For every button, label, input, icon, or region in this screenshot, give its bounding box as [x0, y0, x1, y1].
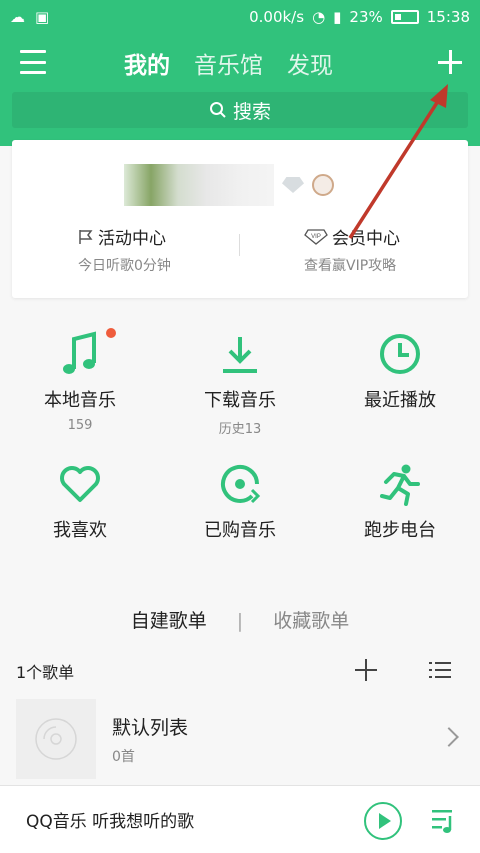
battery-percent: 23%	[349, 8, 383, 26]
recent-play-item[interactable]: 最近播放	[320, 328, 480, 412]
disc-icon	[221, 464, 261, 504]
notification-dot	[106, 328, 116, 338]
grid-count: 历史13	[218, 422, 262, 437]
tab-discover[interactable]: 发现	[287, 46, 333, 80]
grid-label: 已购音乐	[204, 520, 276, 541]
running-icon	[380, 464, 420, 506]
player-slogan: QQ音乐 听我想听的歌	[26, 812, 195, 832]
add-playlist-icon[interactable]	[354, 658, 378, 682]
playlist-queue-icon[interactable]	[430, 804, 460, 836]
mini-player-bar[interactable]: QQ音乐 听我想听的歌	[0, 785, 480, 853]
tab-my[interactable]: 我的	[124, 46, 170, 80]
profile-card: 活动中心 今日听歌0分钟 VIP 会员中心 查看赢VIP攻略	[12, 140, 468, 298]
play-icon[interactable]	[364, 802, 402, 840]
tab-created-playlists[interactable]: 自建歌单	[131, 610, 207, 632]
vip-icon: VIP	[304, 228, 328, 245]
top-bar: 我的 音乐馆 发现	[0, 34, 480, 92]
grid-label: 本地音乐	[44, 390, 116, 411]
grid-label: 我喜欢	[53, 520, 107, 541]
heart-icon	[60, 466, 100, 502]
card-divider	[239, 234, 240, 256]
diamond-icon	[282, 177, 304, 193]
disc-placeholder-icon	[35, 718, 77, 760]
playlist-name: 默认列表	[112, 716, 189, 739]
wifi-icon: ◔	[312, 8, 326, 26]
favorites-item[interactable]: 我喜欢	[0, 458, 160, 542]
tab-separator: |	[236, 610, 244, 632]
activity-subtitle: 今日听歌0分钟	[78, 258, 171, 274]
grid-label: 跑步电台	[364, 520, 436, 541]
playlist-cover	[16, 699, 96, 779]
add-icon[interactable]	[436, 48, 464, 76]
grid-label: 下载音乐	[204, 390, 276, 411]
signal-icon: ▮	[333, 8, 342, 26]
playlist-count: 1个歌单	[16, 663, 75, 682]
image-icon: ▣	[35, 8, 50, 26]
top-tabs: 我的 音乐馆 发现	[124, 46, 333, 80]
clock-icon	[380, 334, 420, 374]
vip-title: 会员中心	[332, 229, 400, 249]
search-icon	[209, 102, 226, 118]
search-label: 搜索	[232, 100, 271, 123]
download-music-item[interactable]: 下载音乐 历史13	[160, 328, 320, 437]
local-music-item[interactable]: 本地音乐 159	[0, 328, 160, 433]
download-icon	[223, 337, 257, 373]
grid-count: 159	[67, 418, 93, 433]
grid-label: 最近播放	[364, 390, 436, 411]
running-radio-item[interactable]: 跑步电台	[320, 458, 480, 542]
tab-favorite-playlists[interactable]: 收藏歌单	[273, 610, 349, 632]
flag-icon	[79, 229, 93, 244]
network-speed: 0.00k/s	[249, 8, 305, 26]
purchased-music-item[interactable]: 已购音乐	[160, 458, 320, 542]
blurred-avatar-name	[124, 164, 274, 206]
clock: 15:38	[426, 8, 470, 26]
playlist-song-count: 0首	[112, 748, 135, 765]
menu-icon[interactable]	[20, 50, 46, 74]
manage-list-icon[interactable]	[428, 658, 452, 682]
activity-center[interactable]: 活动中心 今日听歌0分钟	[78, 224, 171, 275]
activity-title: 活动中心	[98, 229, 166, 249]
battery-icon	[390, 10, 419, 24]
playlist-header: 1个歌单	[16, 656, 464, 686]
svg-text:VIP: VIP	[311, 234, 321, 240]
weather-icon: ☁	[10, 8, 25, 26]
music-note-icon	[63, 331, 96, 374]
status-bar: ☁ ▣ 0.00k/s ◔ ▮ 23% 15:38	[0, 0, 480, 34]
search-area: 搜索	[0, 92, 480, 146]
vip-center[interactable]: VIP 会员中心 查看赢VIP攻略	[304, 224, 400, 275]
list-item[interactable]: 默认列表 0首	[16, 698, 464, 780]
chevron-right-icon	[439, 727, 459, 747]
profile-row[interactable]	[124, 164, 334, 206]
level-badge-icon	[312, 174, 334, 196]
search-bar[interactable]: 搜索	[12, 92, 468, 128]
vip-subtitle: 查看赢VIP攻略	[304, 258, 397, 274]
playlist-tabs: 自建歌单 | 收藏歌单	[0, 606, 480, 633]
tab-music-hall[interactable]: 音乐馆	[194, 46, 263, 80]
feature-grid: 本地音乐 159 下载音乐 历史13 最近播放 我喜欢 已购音乐 跑步电台	[0, 328, 480, 548]
